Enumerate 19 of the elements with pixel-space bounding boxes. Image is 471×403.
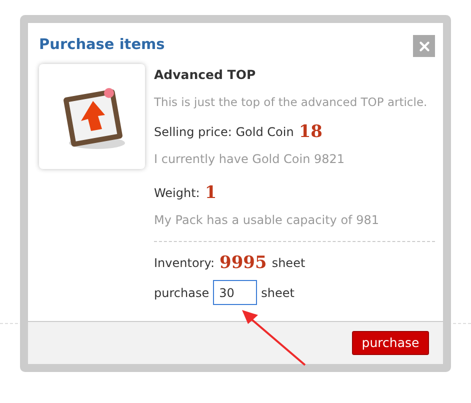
price-label: Selling price: Gold Coin: [154, 124, 294, 141]
purchase-unit: sheet: [261, 284, 294, 302]
purchase-label: purchase: [154, 284, 210, 302]
coin-balance: I currently have Gold Coin 9821: [154, 151, 346, 168]
close-icon: [416, 38, 432, 54]
item-description: This is just the top of the advanced TOP article.: [154, 94, 428, 111]
inventory-value: 9995: [220, 255, 267, 272]
purchase-button[interactable]: purchase: [352, 331, 429, 355]
price-value: 18: [298, 124, 322, 141]
weight-value: 1: [204, 185, 217, 202]
dialog-title: Purchase items: [39, 36, 165, 56]
item-name: Advanced TOP: [154, 66, 257, 84]
pack-capacity: My Pack has a usable capacity of 981: [154, 212, 380, 229]
annotation-arrow: [240, 308, 306, 366]
inventory-label: Inventory:: [154, 255, 214, 272]
inventory-unit: sheet: [272, 255, 306, 272]
quantity-field[interactable]: 30: [213, 280, 258, 305]
weight-label: Weight:: [154, 185, 200, 202]
close-button[interactable]: [413, 35, 435, 57]
